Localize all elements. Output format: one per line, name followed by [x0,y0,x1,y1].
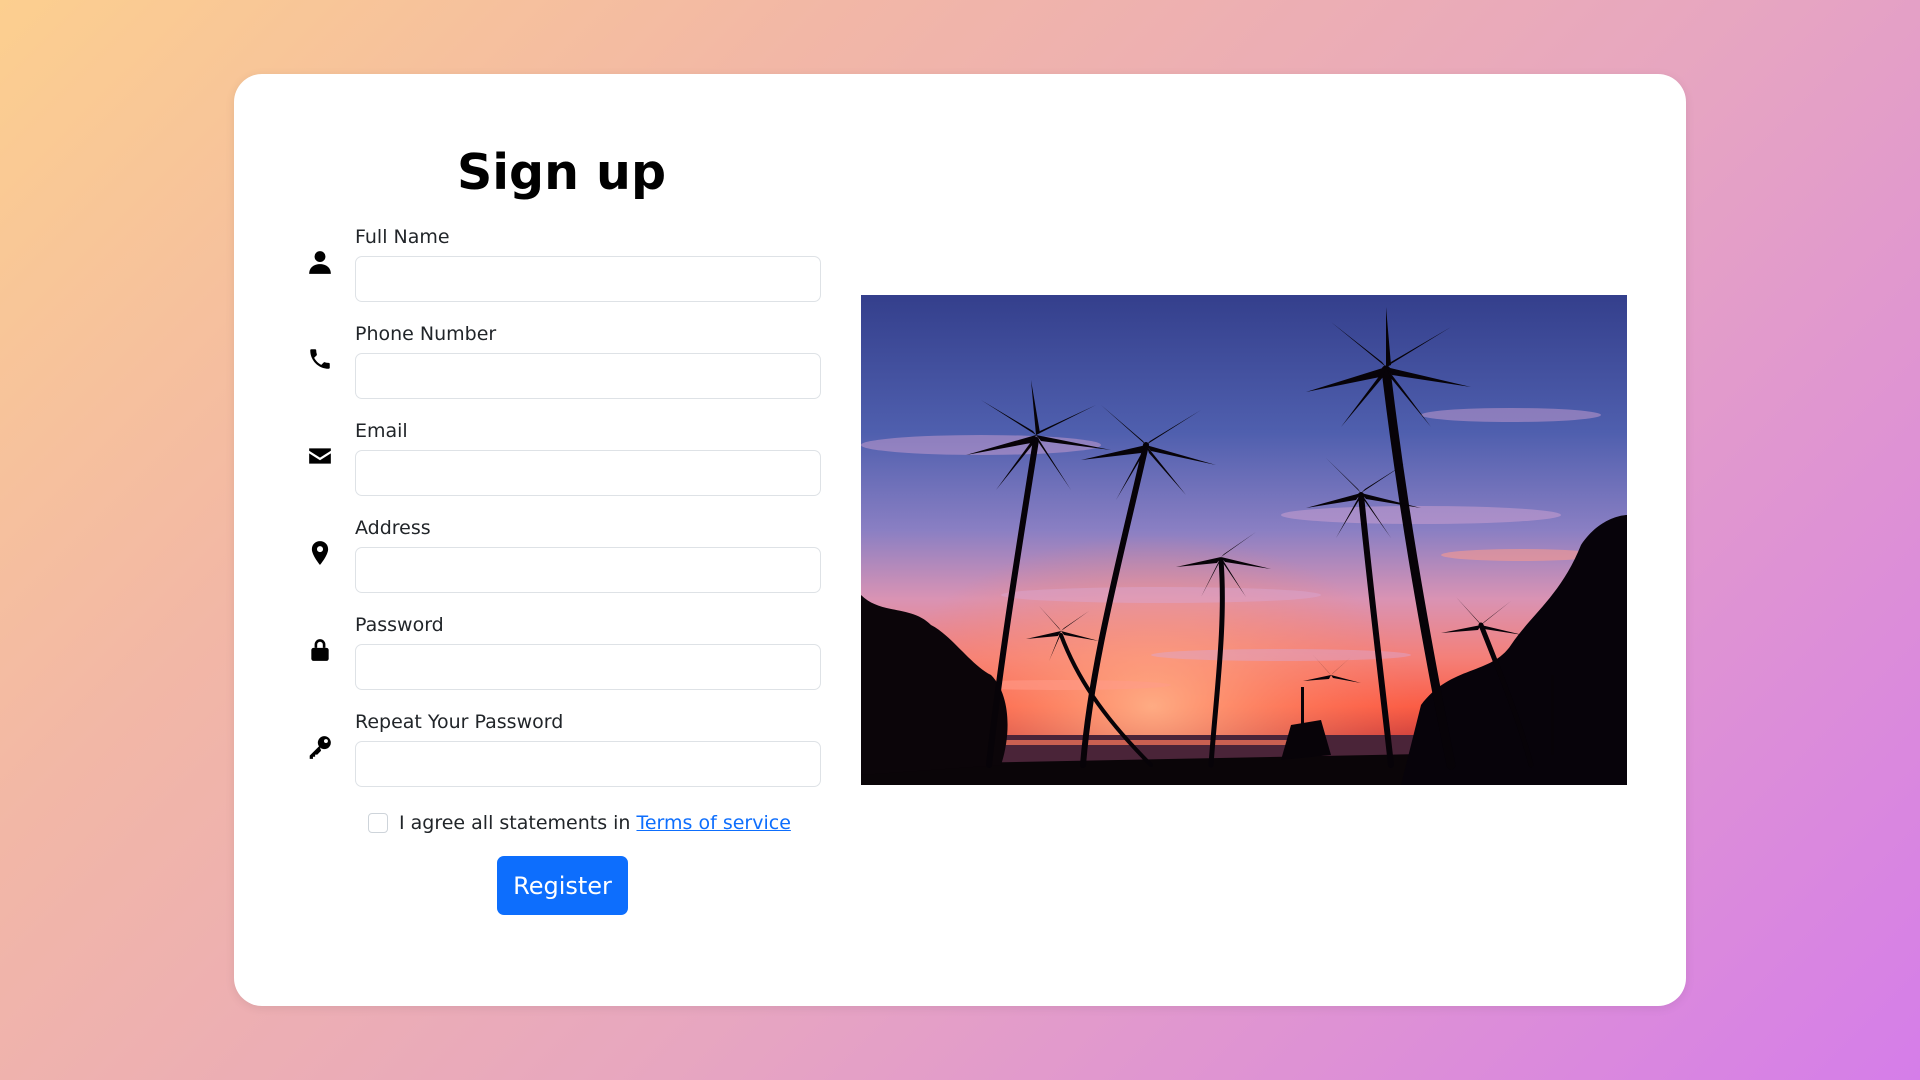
page-title: Sign up [456,144,667,201]
email-row: Email [234,420,934,515]
address-label: Address [355,517,431,539]
repeat-password-input[interactable] [355,741,821,787]
repeat-password-row: Repeat Your Password [234,711,934,806]
key-icon [304,731,336,763]
signup-card: Sign up Full Name Phone Number Email Add… [234,74,1686,1006]
terms-link[interactable]: Terms of service [636,812,790,834]
palm-tree-sunset-photo [861,295,1627,785]
phone-input[interactable] [355,353,821,399]
phone-icon [304,343,336,375]
user-icon [304,246,336,278]
lock-icon [304,634,336,666]
full-name-input[interactable] [355,256,821,302]
terms-text: I agree all statements in [399,812,631,834]
full-name-row: Full Name [234,226,934,321]
register-button[interactable]: Register [497,856,628,915]
terms-agreement: I agree all statements in Terms of servi… [368,808,791,838]
address-input[interactable] [355,547,821,593]
password-row: Password [234,614,934,709]
envelope-icon [304,440,336,472]
password-input[interactable] [355,644,821,690]
full-name-label: Full Name [355,226,450,248]
phone-row: Phone Number [234,323,934,418]
email-label: Email [355,420,408,442]
phone-label: Phone Number [355,323,497,345]
password-label: Password [355,614,444,636]
email-input[interactable] [355,450,821,496]
repeat-password-label: Repeat Your Password [355,711,564,733]
address-row: Address [234,517,934,612]
terms-checkbox[interactable] [368,813,388,833]
map-pin-icon [304,537,336,569]
